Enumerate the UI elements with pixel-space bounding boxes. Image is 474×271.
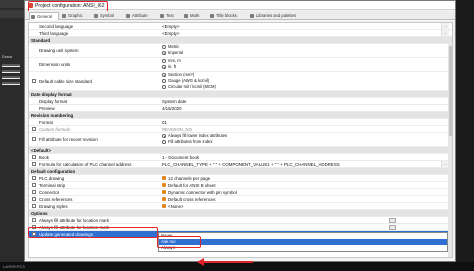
radio-section[interactable] [162, 73, 166, 77]
ask-me-highlight [157, 236, 201, 248]
background-row [2, 82, 20, 85]
row-third-language[interactable]: Third language <Empty> … [29, 30, 452, 37]
row-drawing-styles[interactable]: Drawing styles <None> [29, 203, 452, 210]
row-connector[interactable]: Connector Dynamic connector with pin sym… [29, 189, 452, 196]
radio-fill-from-index[interactable] [162, 140, 166, 144]
row-dimension-units: Dimension units mm, m in, ft [29, 58, 452, 72]
radio-always-fill-lower[interactable] [162, 134, 166, 138]
section-standard[interactable]: Standard [29, 37, 452, 44]
radio-circular-mil[interactable] [162, 85, 166, 89]
browse-button[interactable]: … [441, 23, 449, 29]
option-button[interactable] [389, 217, 396, 223]
project-configuration-dialog: Project configuration: ANSI_I62 General … [24, 0, 456, 262]
row-icon [32, 155, 36, 159]
tab-symbol[interactable]: Symbol [93, 12, 123, 20]
checkbox-location-mark[interactable] [32, 218, 36, 222]
background-row [2, 64, 20, 67]
row-icon [32, 79, 36, 83]
tab-libraries-palettes[interactable]: Libraries and palettes [249, 12, 311, 20]
configuration-icon [162, 204, 166, 208]
row-second-language[interactable]: Second language <Empty> … [29, 23, 452, 30]
section-revision-numbering[interactable]: Revision numbering [29, 112, 452, 119]
row-terminal-strip[interactable]: Terminal strip Default for ANSI B sheet [29, 182, 452, 189]
background-row [2, 70, 20, 73]
graphic-icon [62, 14, 66, 18]
option-button[interactable] [389, 224, 396, 230]
scrollbar-thumb[interactable] [448, 46, 452, 136]
row-icon [32, 190, 36, 194]
update-drawings-dropdown[interactable]: Never Ask me Always [158, 232, 448, 252]
tab-title-blocks[interactable]: Title blocks [209, 12, 247, 20]
row-display-format[interactable]: Display format System date [29, 98, 452, 105]
background-panel-label: Drawi [2, 54, 13, 59]
section-date-display-format[interactable]: Date display format [29, 91, 452, 98]
attribute-icon [126, 14, 130, 18]
text-icon [160, 14, 164, 18]
row-format[interactable]: Format 01 [29, 119, 452, 126]
tab-bar: General Graphic Symbol Attribute Text Ma… [25, 11, 455, 20]
radio-imperial[interactable] [162, 51, 166, 55]
row-icon [32, 127, 36, 131]
row-icon [32, 137, 36, 141]
configuration-icon [162, 183, 166, 187]
row-icon [32, 162, 36, 166]
browse-button[interactable]: … [441, 30, 449, 36]
row-formula-plc[interactable]: Formula for calculation of PLC channel a… [29, 161, 452, 168]
radio-gauge[interactable] [162, 79, 166, 83]
background-app: Drawi [0, 0, 24, 271]
radio-in-ft[interactable] [162, 65, 166, 69]
tab-mark[interactable]: Mark [183, 12, 207, 20]
section-default-configuration[interactable]: Default configuration [29, 168, 452, 175]
libraries-icon [250, 14, 254, 18]
symbol-icon [94, 14, 98, 18]
configuration-icon [162, 176, 166, 180]
row-icon [32, 197, 36, 201]
row-book[interactable]: Book 1 - Document book [29, 154, 452, 161]
section-default[interactable]: <Default> [29, 147, 452, 154]
background-row [2, 76, 20, 79]
row-icon [32, 204, 36, 208]
background-toolbar [0, 0, 24, 8]
row-icon [32, 183, 36, 187]
tab-attribute[interactable]: Attribute [125, 12, 157, 20]
mark-icon [184, 14, 188, 18]
property-grid: Second language <Empty> … Third language… [28, 22, 453, 258]
row-fill-location-mark[interactable]: Always fill attribute for location mark [29, 217, 452, 224]
update-row-highlight [28, 227, 158, 238]
row-cross-references[interactable]: Cross references Default cross reference… [29, 196, 452, 203]
title-blocks-icon [210, 14, 214, 18]
row-plc-drawing[interactable]: PLC drawing 12 channels per page [29, 175, 452, 182]
tab-general[interactable]: General [29, 12, 59, 20]
status-text: LAYER:PC3 [3, 264, 25, 269]
tab-graphic[interactable]: Graphic [61, 12, 91, 20]
configuration-icon [162, 197, 166, 201]
vertical-scrollbar[interactable] [448, 44, 452, 257]
configuration-icon [162, 190, 166, 194]
dropdown-option-always[interactable]: Always [159, 245, 447, 251]
background-toolbar [0, 10, 24, 18]
tab-text[interactable]: Text [159, 12, 181, 20]
row-preview: Preview 4/15/2020 [29, 105, 452, 112]
radio-metric[interactable] [162, 45, 166, 49]
row-custom-formula[interactable]: Custom formula REVISION_NO [29, 126, 452, 133]
pointer-arrow-icon [197, 258, 253, 266]
radio-mm-m[interactable] [162, 59, 166, 63]
general-icon [31, 15, 35, 19]
row-icon [32, 176, 36, 180]
row-fill-attribute-revision: Fill attribute for recent revision Alway… [29, 133, 452, 147]
row-drawing-unit-system: Drawing unit system Metric Imperial [29, 44, 452, 58]
section-options[interactable]: Options [29, 210, 452, 217]
row-default-cable-size: Default cable size standard Section (mm²… [29, 72, 452, 91]
